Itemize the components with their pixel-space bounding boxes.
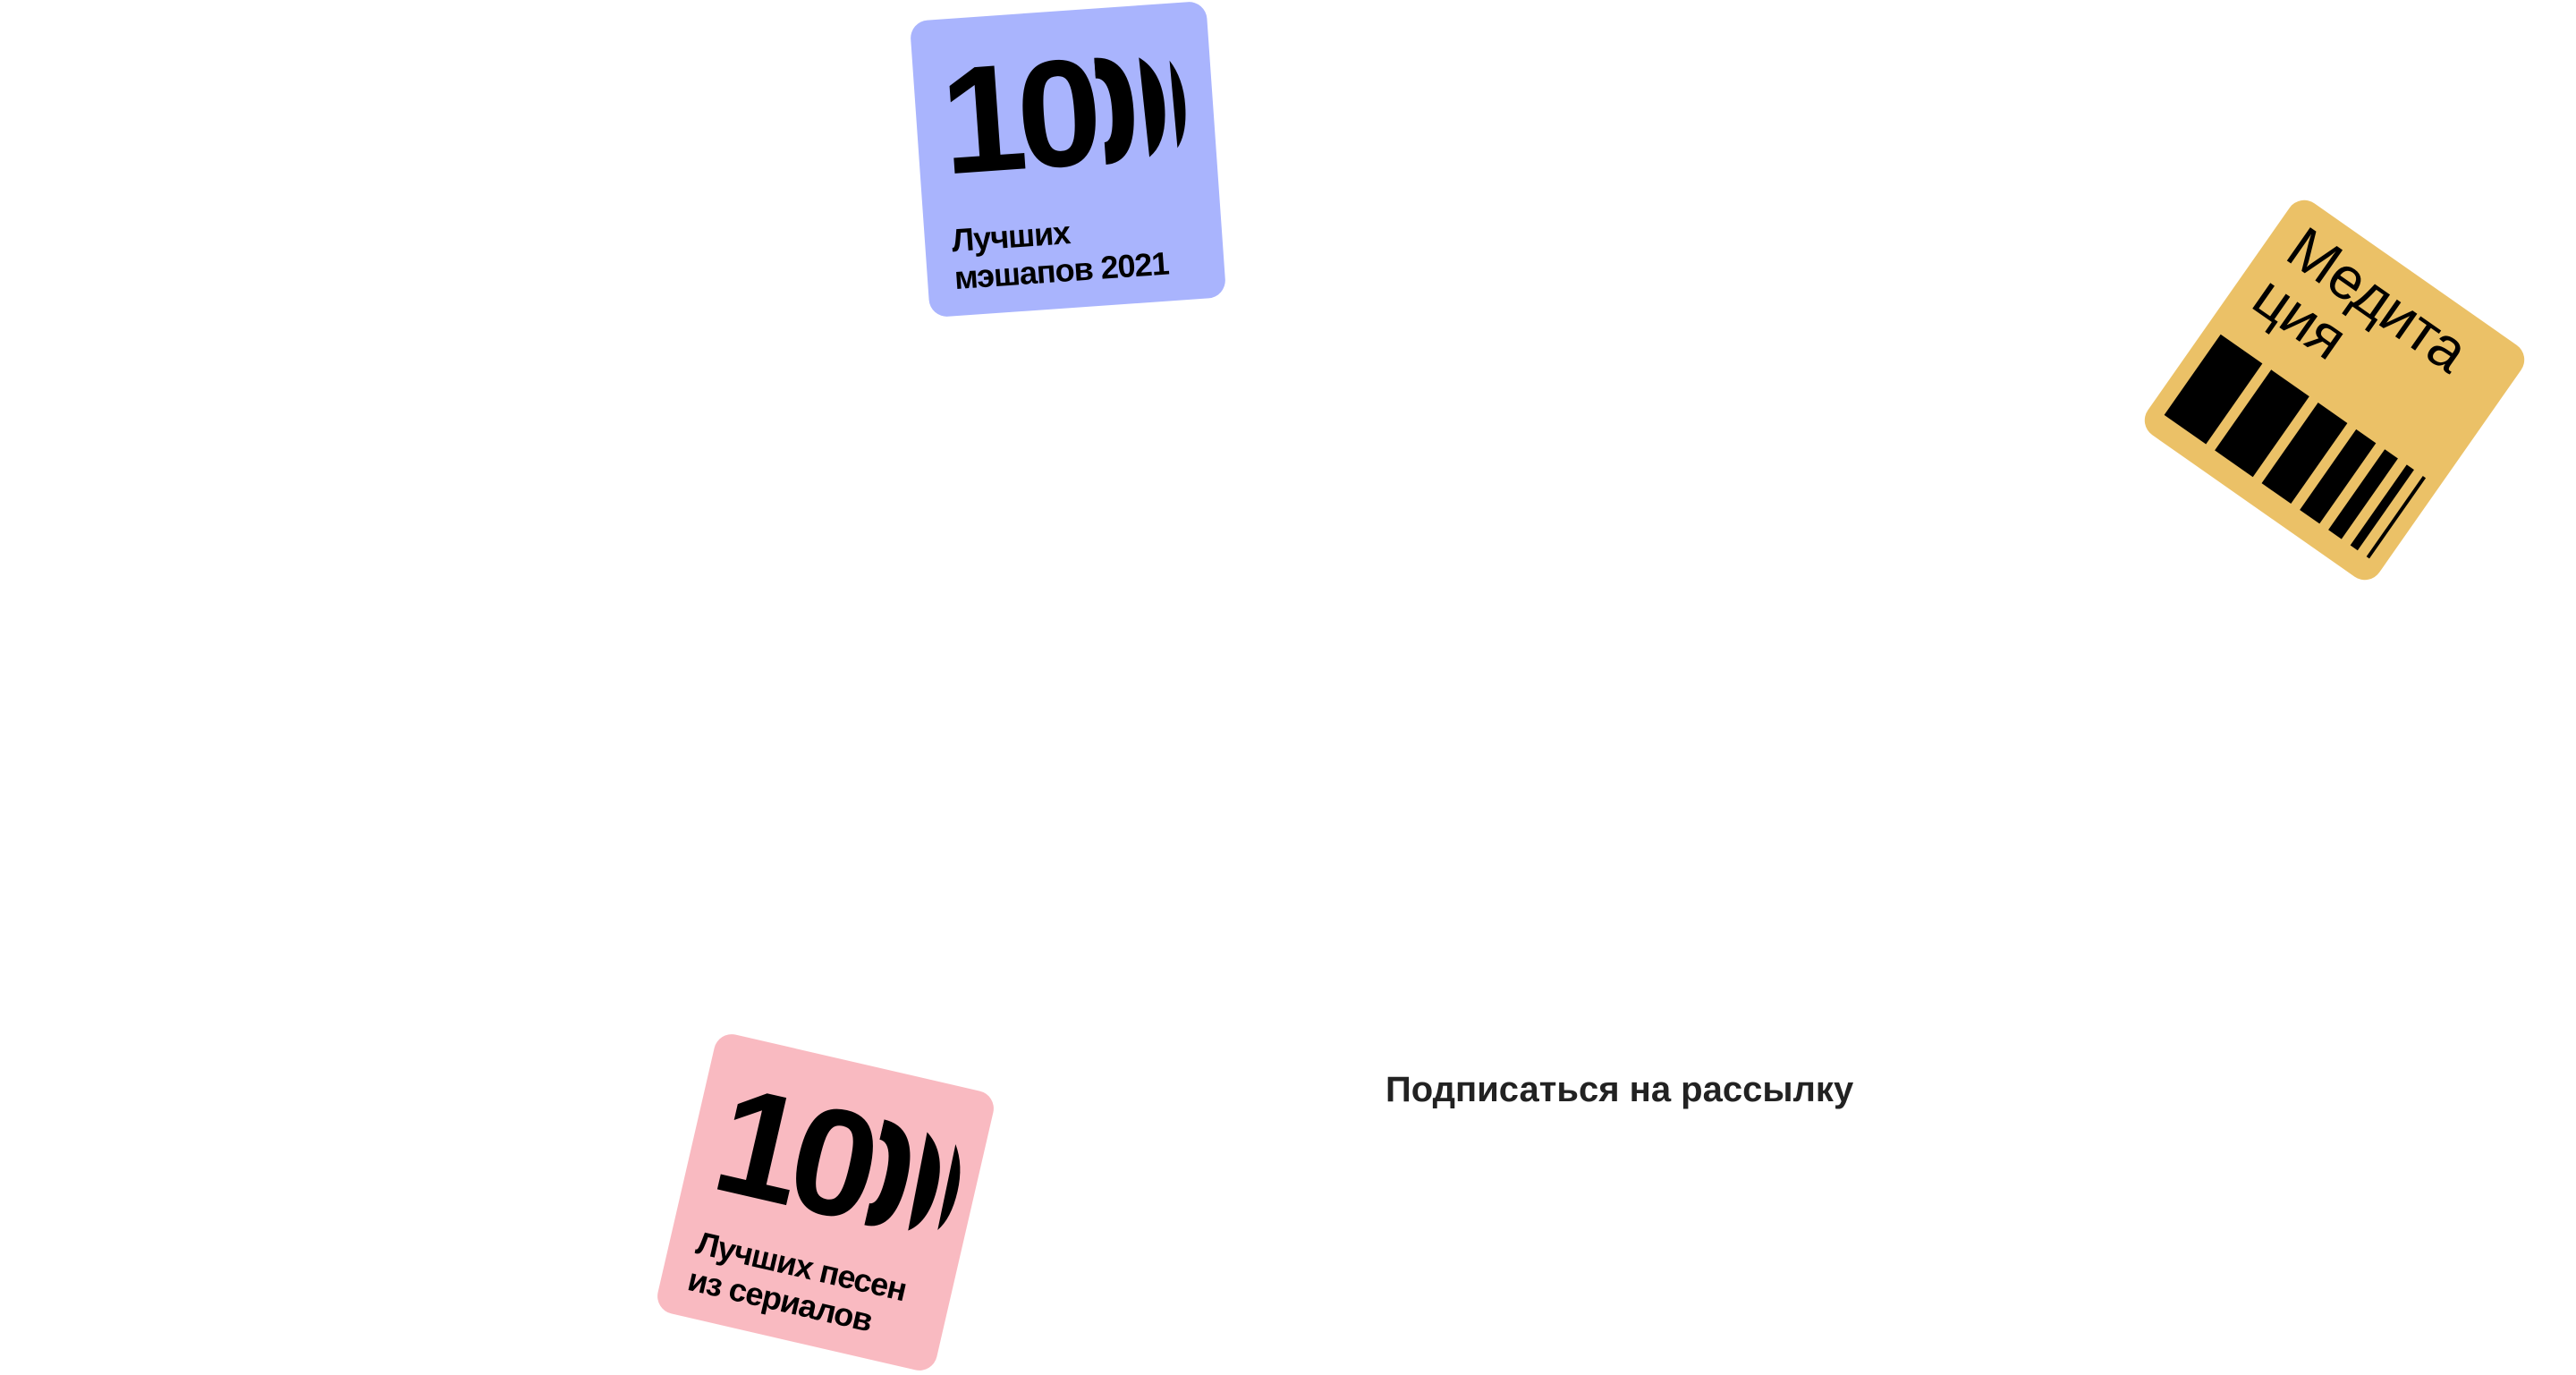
subscribe-link[interactable]: Подписаться на рассылку (1385, 1070, 1853, 1110)
top-ten-logo: 10 (936, 27, 1192, 208)
playlist-card-mashups[interactable]: 10 Лучших мэшапов 2021 (909, 0, 1227, 318)
sound-waves-icon (1094, 57, 1186, 166)
card-subtitle: Лучших мэшапов 2021 (950, 214, 1170, 296)
playlist-card-series-songs[interactable]: 10 Лучших песен из сериалов (654, 1031, 997, 1374)
top-number: 10 (700, 1053, 886, 1254)
playlist-card-meditation[interactable]: Медита ция (2137, 192, 2532, 588)
top-number: 10 (936, 27, 1099, 208)
sound-waves-icon (864, 1119, 961, 1231)
